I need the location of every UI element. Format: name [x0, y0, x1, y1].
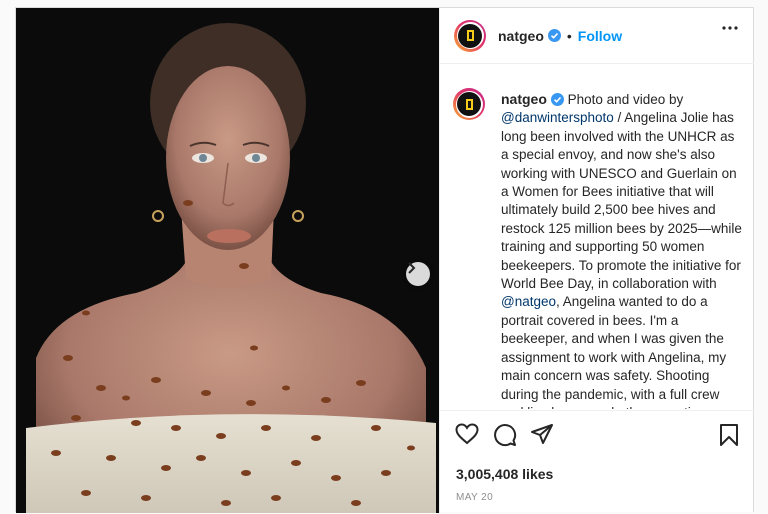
next-photo-button[interactable]	[406, 262, 430, 286]
caption-avatar[interactable]	[453, 88, 485, 120]
separator-dot: •	[566, 27, 572, 44]
caption-area: natgeo Photo and video by @danwinterspho…	[440, 64, 754, 409]
header-user: natgeo • Follow	[498, 28, 622, 44]
post-card: natgeo • Follow natgeo Photo and video b…	[15, 7, 754, 513]
caption-segment: / Angelina Jolie has long been involved …	[501, 110, 742, 292]
mention-link[interactable]: @natgeo	[501, 294, 556, 309]
likes-count[interactable]: 3,005,408 likes	[456, 466, 553, 482]
post-sidebar: natgeo • Follow natgeo Photo and video b…	[439, 8, 754, 513]
natgeo-logo-icon	[458, 23, 482, 48]
avatar-ring	[456, 22, 484, 49]
post-header: natgeo • Follow	[440, 8, 754, 64]
natgeo-logo-icon	[457, 92, 481, 116]
paper-plane-icon[interactable]	[530, 423, 554, 445]
yellow-frame-icon	[466, 30, 474, 41]
bookmark-icon[interactable]	[719, 423, 739, 447]
more-horizontal-icon[interactable]	[722, 26, 738, 30]
caption-text: natgeo Photo and video by @danwinterspho…	[501, 90, 744, 409]
post-photo[interactable]	[16, 8, 439, 513]
portrait-image	[16, 8, 439, 513]
username-link[interactable]: natgeo	[498, 28, 544, 44]
verified-badge-icon	[547, 29, 561, 42]
heart-icon[interactable]	[455, 423, 479, 445]
follow-button[interactable]: Follow	[578, 28, 622, 44]
avatar[interactable]	[454, 19, 486, 52]
yellow-frame-icon	[465, 98, 473, 110]
post-date[interactable]: MAY 20	[456, 492, 493, 503]
actions-bar: 3,005,408 likes MAY 20	[440, 410, 754, 514]
caption-segment: , Angelina wanted to do a portrait cover…	[501, 294, 727, 409]
avatar-ring	[455, 90, 483, 118]
caption-segment: Photo and video by	[563, 92, 684, 107]
chevron-right-icon	[408, 262, 416, 274]
comment-icon[interactable]	[493, 423, 517, 447]
verified-badge-icon	[550, 93, 564, 106]
caption-username[interactable]: natgeo	[501, 91, 547, 107]
mention-link[interactable]: @danwintersphoto	[501, 110, 614, 125]
